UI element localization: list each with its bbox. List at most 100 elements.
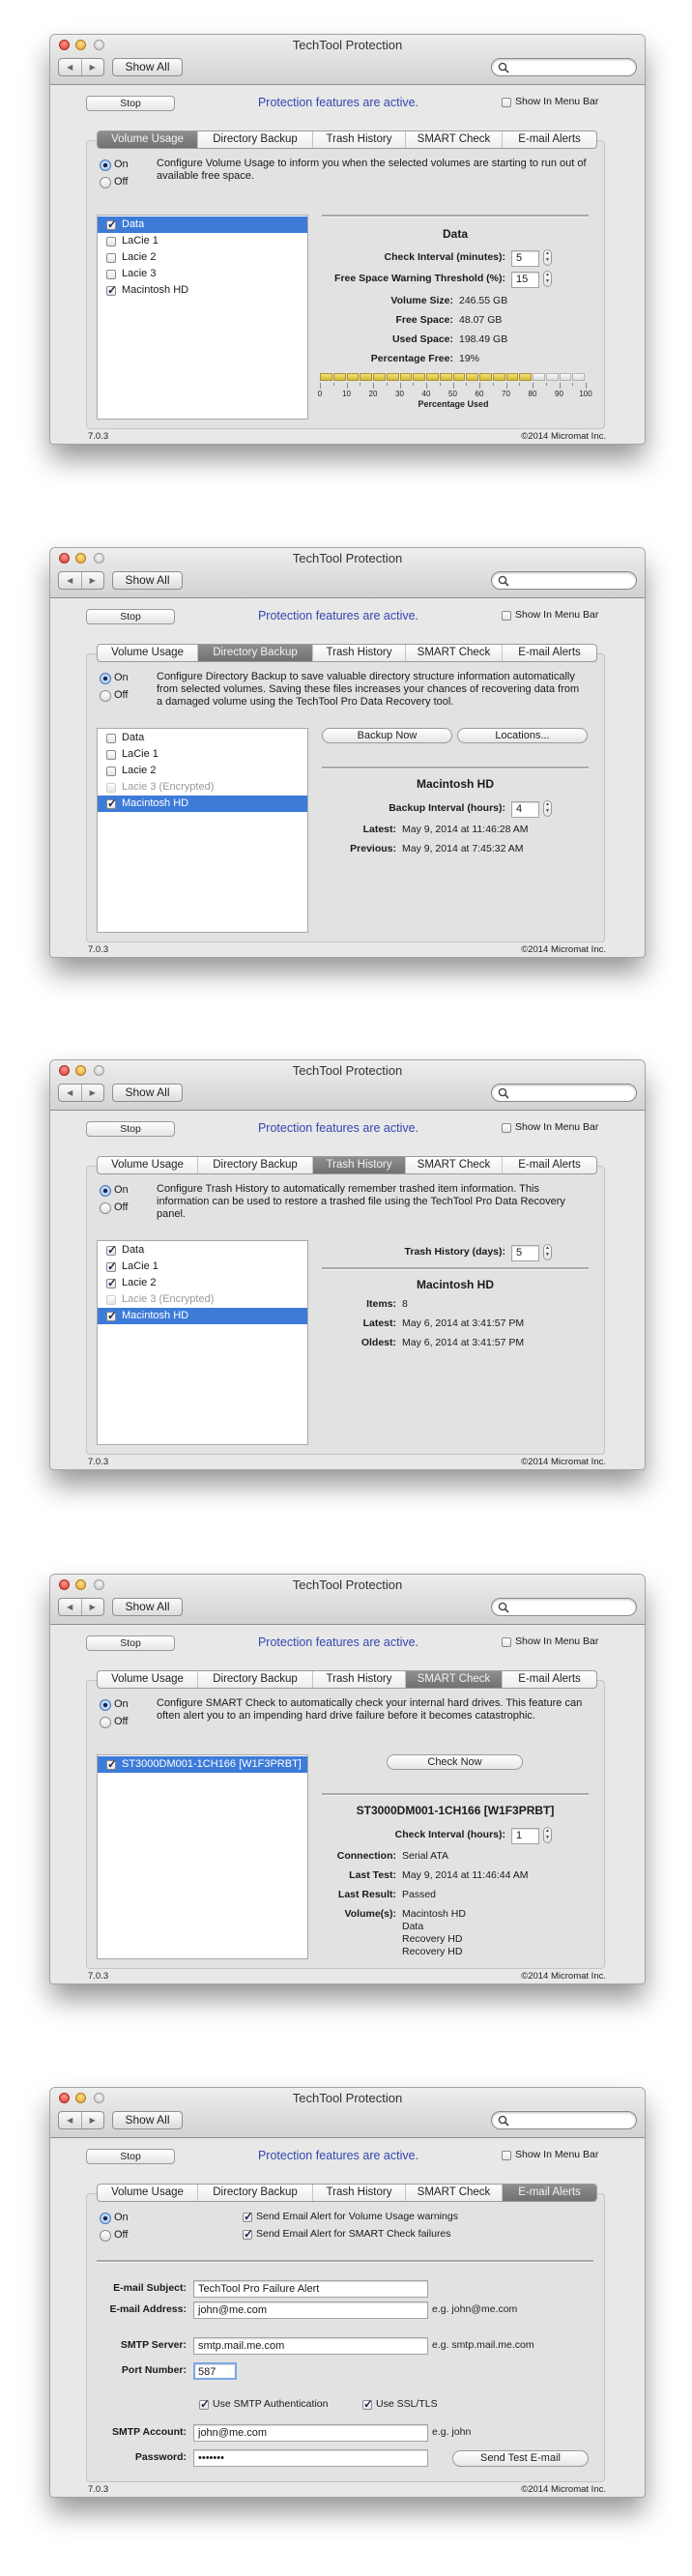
tab-volume-usage[interactable]: Volume Usage [98,2185,198,2201]
volume-checkbox[interactable] [106,750,116,760]
check-interval-stepper[interactable]: ▲ ▼ [543,249,552,266]
tab-trash-history[interactable]: Trash History [313,645,406,661]
show-in-menu-bar-checkbox[interactable] [502,611,511,621]
email-address-field[interactable]: john@me.com [193,2301,428,2319]
volume-checkbox[interactable]: ✓ [106,284,117,296]
smart-alert-checkbox[interactable]: ✓ [243,2228,253,2240]
volume-checkbox[interactable] [106,734,116,743]
tab-e-mail-alerts[interactable]: E-mail Alerts [503,1671,596,1688]
tab-volume-usage[interactable]: Volume Usage [98,131,198,148]
tab-smart-check[interactable]: SMART Check [406,1671,503,1688]
back-button[interactable]: ◀ [59,2112,81,2128]
stop-button[interactable]: Stop [86,96,175,111]
tab-e-mail-alerts[interactable]: E-mail Alerts [503,645,596,661]
radio-off[interactable] [100,177,111,188]
list-item[interactable]: Lacie 3 [98,266,307,282]
radio-off[interactable] [100,1202,111,1214]
list-item[interactable]: ✓ LaCie 1 [98,1259,307,1275]
tab-trash-history[interactable]: Trash History [313,1157,406,1173]
forward-button[interactable]: ▶ [80,572,104,589]
back-button[interactable]: ◀ [59,59,81,75]
trash-days-field[interactable]: 5 [511,1245,539,1261]
tab-e-mail-alerts[interactable]: E-mail Alerts [503,1157,596,1173]
show-in-menu-bar-checkbox[interactable] [502,1637,511,1647]
radio-on[interactable] [100,1185,111,1197]
forward-button[interactable]: ▶ [80,59,104,75]
backup-interval-stepper[interactable]: ▲ ▼ [543,800,552,817]
smtp-account-field[interactable]: john@me.com [193,2424,428,2442]
smart-interval-field[interactable]: 1 [511,1828,539,1844]
check-interval-field[interactable]: 5 [511,250,539,267]
threshold-stepper[interactable]: ▲ ▼ [543,271,552,287]
port-number-field[interactable]: 587 [193,2362,237,2380]
show-all-button[interactable]: Show All [112,1598,183,1616]
volume-checkbox[interactable]: ✓ [106,1310,117,1321]
volume-checkbox[interactable]: ✓ [106,1758,117,1770]
email-subject-field[interactable]: TechTool Pro Failure Alert [193,2280,428,2298]
tab-directory-backup[interactable]: Directory Backup [198,2185,313,2201]
tab-e-mail-alerts[interactable]: E-mail Alerts [503,131,596,148]
tab-trash-history[interactable]: Trash History [313,2185,406,2201]
forward-button[interactable]: ▶ [80,1085,104,1101]
back-button[interactable]: ◀ [59,572,81,589]
show-all-button[interactable]: Show All [112,1084,183,1102]
stop-button[interactable]: Stop [86,1635,175,1651]
stop-button[interactable]: Stop [86,2149,175,2164]
show-all-button[interactable]: Show All [112,2111,183,2129]
list-item[interactable]: Data [98,730,307,746]
smtp-auth-checkbox[interactable]: ✓ [199,2398,210,2410]
volume-checkbox[interactable]: ✓ [106,218,117,230]
search-input[interactable] [491,2111,637,2129]
show-all-button[interactable]: Show All [112,571,183,590]
list-item[interactable]: ✓ Data [98,1242,307,1259]
show-in-menu-bar-checkbox[interactable] [502,2151,511,2160]
volume-checkbox[interactable] [106,270,116,279]
list-item[interactable]: LaCie 1 [98,746,307,763]
trash-days-stepper[interactable]: ▲ ▼ [543,1244,552,1260]
show-in-menu-bar-checkbox[interactable] [502,98,511,107]
show-in-menu-bar-checkbox[interactable] [502,1123,511,1133]
send-test-email-button[interactable]: Send Test E-mail [452,2450,589,2467]
tab-trash-history[interactable]: Trash History [313,1671,406,1688]
search-input[interactable] [491,1084,637,1102]
volume-checkbox[interactable]: ✓ [106,797,117,809]
tab-trash-history[interactable]: Trash History [313,131,406,148]
tab-e-mail-alerts[interactable]: E-mail Alerts [503,2185,596,2201]
tab-directory-backup[interactable]: Directory Backup [198,131,313,148]
tab-volume-usage[interactable]: Volume Usage [98,1671,198,1688]
tab-smart-check[interactable]: SMART Check [406,2185,503,2201]
tab-smart-check[interactable]: SMART Check [406,131,503,148]
list-item[interactable]: ✓ Lacie 2 [98,1275,307,1291]
radio-off[interactable] [100,1717,111,1728]
volume-usage-alert-checkbox[interactable]: ✓ [243,2211,253,2222]
threshold-field[interactable]: 15 [511,272,539,288]
list-item[interactable]: LaCie 1 [98,233,307,249]
list-item[interactable]: Lacie 2 [98,249,307,266]
radio-off[interactable] [100,2230,111,2242]
forward-button[interactable]: ▶ [80,2112,104,2128]
forward-button[interactable]: ▶ [80,1599,104,1615]
volume-checkbox[interactable]: ✓ [106,1277,117,1288]
backup-now-button[interactable]: Backup Now [322,728,452,743]
list-item[interactable]: ✓ Data [98,217,307,233]
smart-interval-stepper[interactable]: ▲ ▼ [543,1827,552,1843]
radio-on[interactable] [100,1699,111,1711]
tab-volume-usage[interactable]: Volume Usage [98,645,198,661]
radio-off[interactable] [100,690,111,702]
radio-on[interactable] [100,2213,111,2224]
tab-smart-check[interactable]: SMART Check [406,1157,503,1173]
search-input[interactable] [491,571,637,590]
locations-button[interactable]: Locations... [457,728,588,743]
search-input[interactable] [491,58,637,76]
tab-directory-backup[interactable]: Directory Backup [198,1157,313,1173]
stop-button[interactable]: Stop [86,609,175,624]
volume-checkbox[interactable] [106,253,116,263]
show-all-button[interactable]: Show All [112,58,183,76]
password-field[interactable]: ••••••• [193,2449,428,2467]
smtp-server-field[interactable]: smtp.mail.me.com [193,2337,428,2355]
backup-interval-field[interactable]: 4 [511,801,539,818]
stop-button[interactable]: Stop [86,1121,175,1137]
list-item[interactable]: Lacie 2 [98,763,307,779]
volume-checkbox[interactable] [106,767,116,776]
tab-directory-backup[interactable]: Directory Backup [198,645,313,661]
